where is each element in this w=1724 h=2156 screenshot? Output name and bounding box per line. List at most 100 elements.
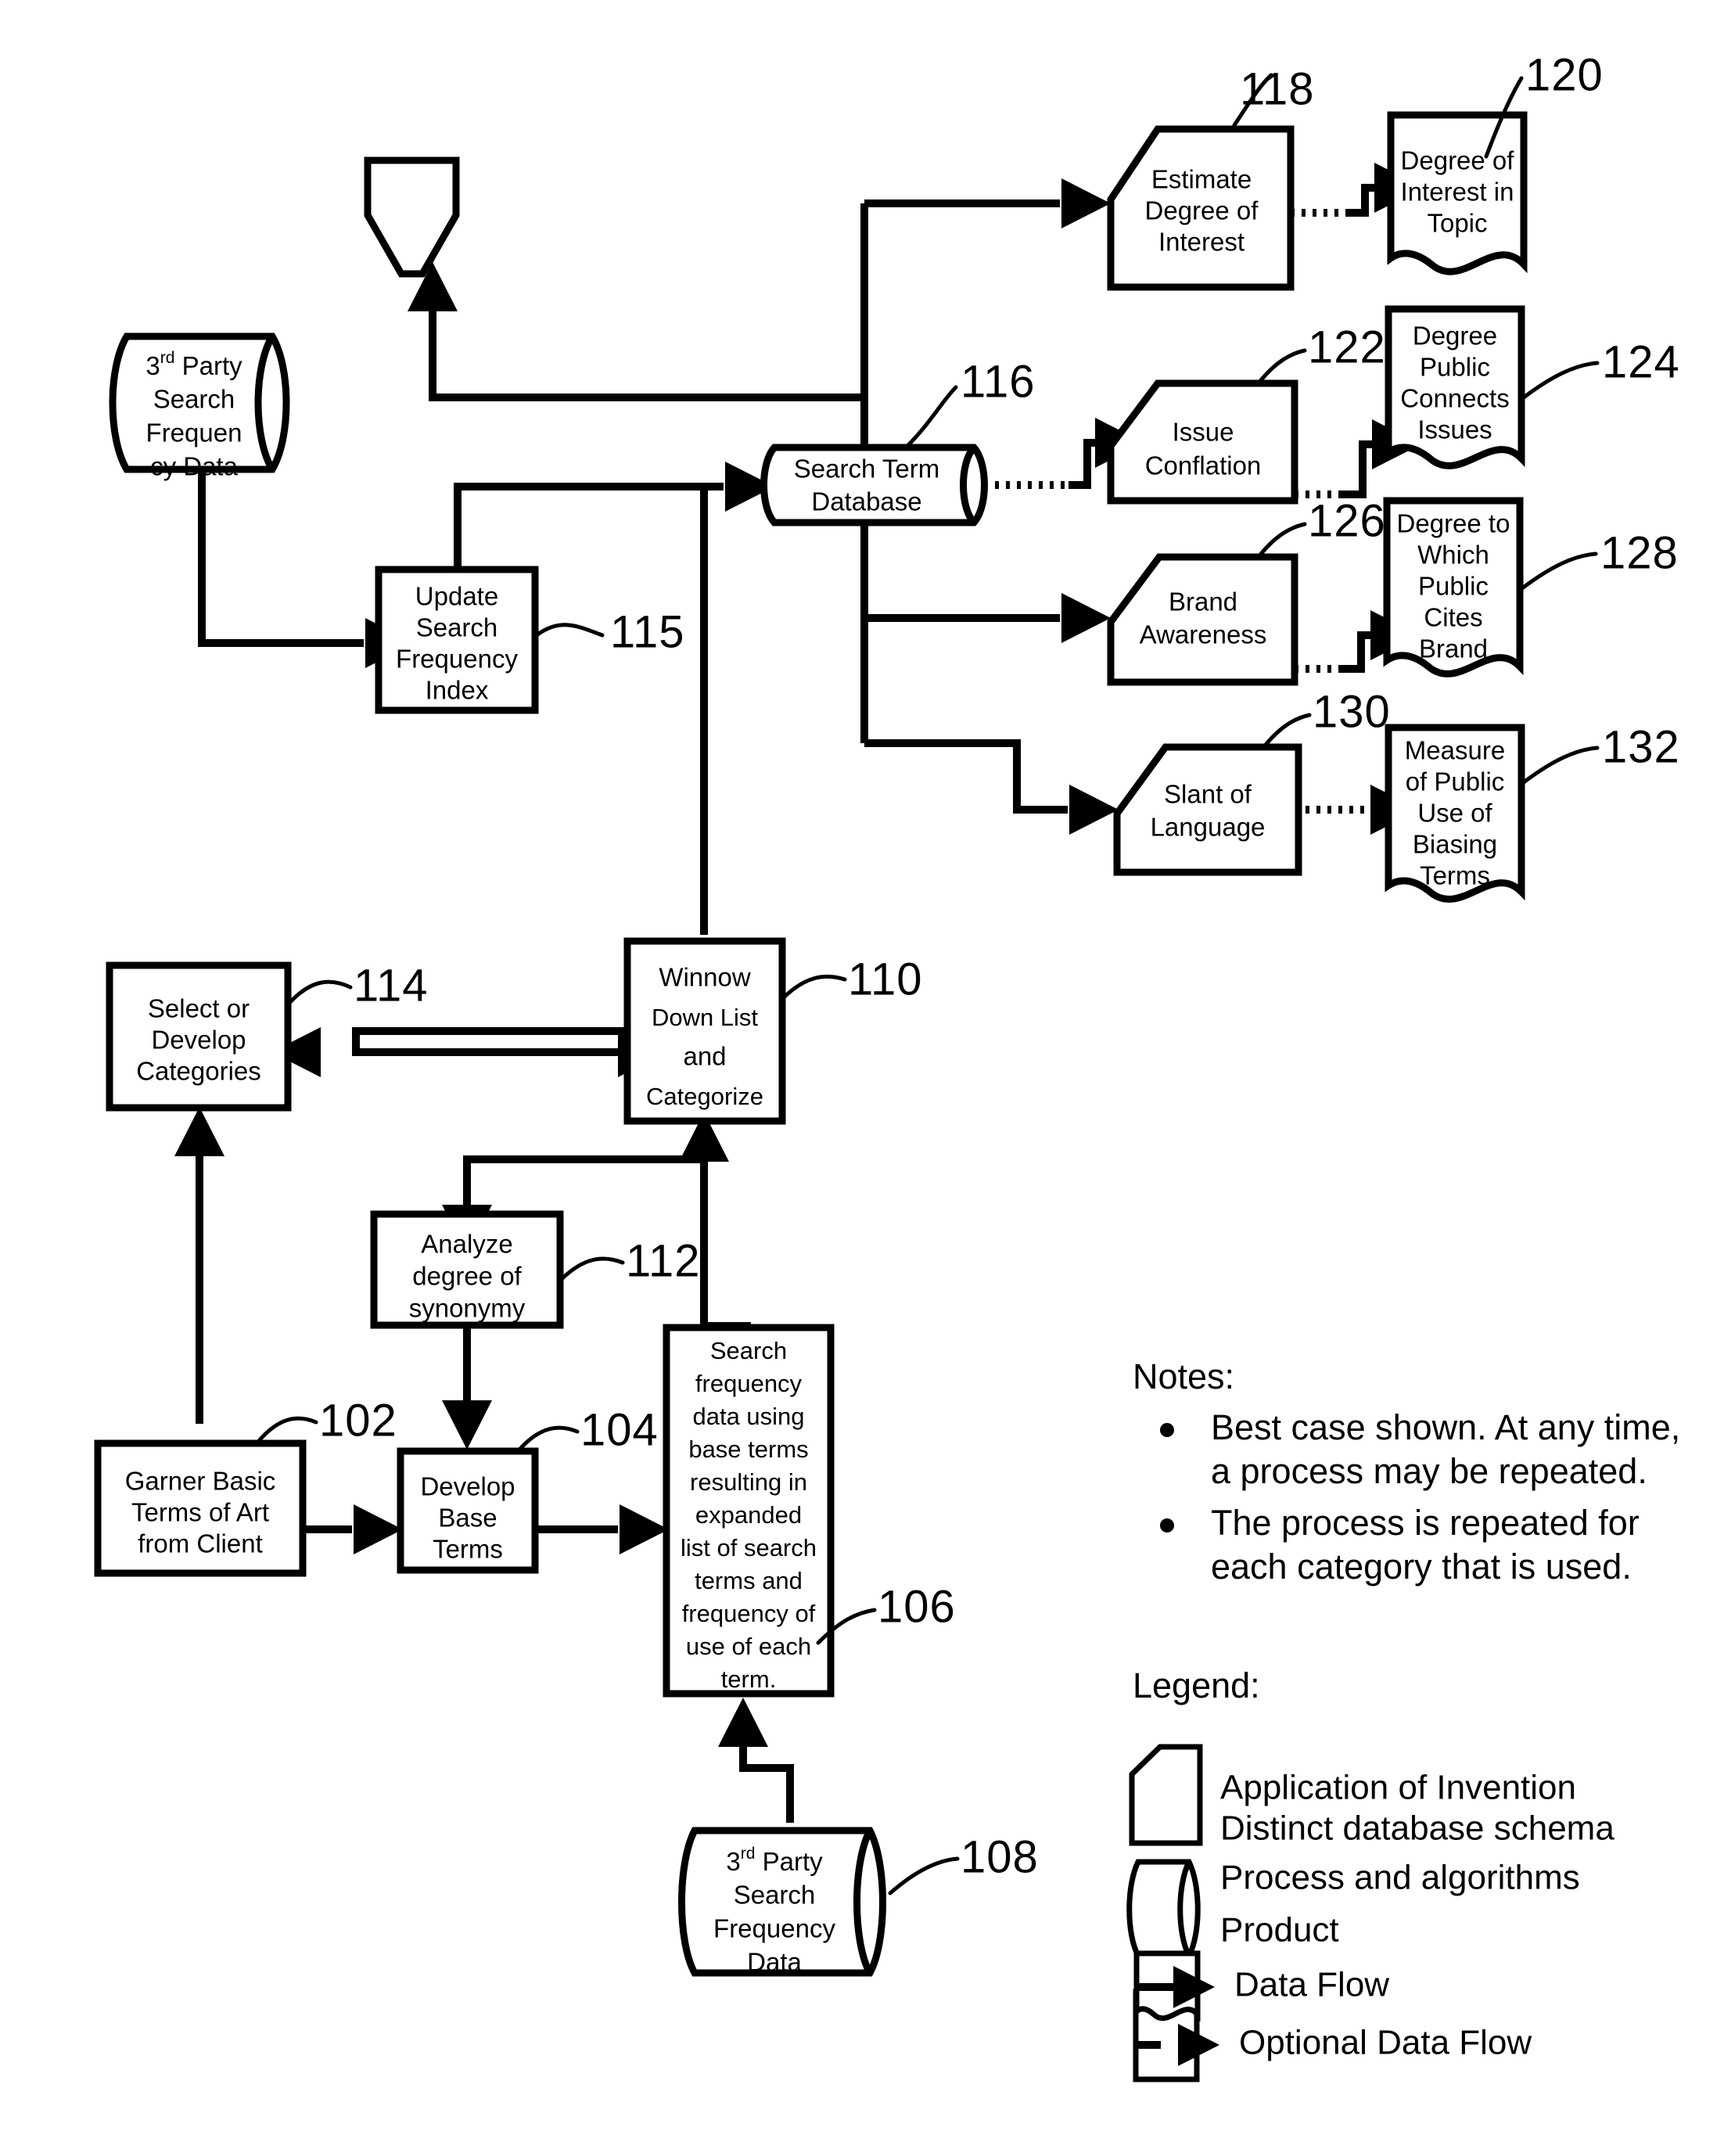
- select-categories-line2: Develop: [151, 1026, 246, 1055]
- notes-item1-line1: Best case shown. At any time,: [1211, 1407, 1680, 1447]
- legend-label-application: Application of Invention: [1220, 1769, 1576, 1807]
- ref-120: 120: [1525, 49, 1604, 100]
- node-measure-public-use-biasing: Measure of Public Use of Biasing Terms 1…: [1385, 721, 1680, 903]
- issue-conflation-line1: Issue: [1173, 418, 1234, 447]
- product128-line5: Brand: [1419, 634, 1488, 663]
- estimate-interest-line1: Estimate: [1151, 165, 1252, 194]
- product124-line3: Connects: [1400, 384, 1509, 413]
- notes-block: Notes: Best case shown. At any time, a p…: [1133, 1356, 1680, 1586]
- node-search-frequency-data: Search frequency data using base terms r…: [663, 1324, 956, 1698]
- searchfreq-line6: expanded: [695, 1501, 802, 1529]
- winnow-line1: Winnow: [659, 963, 751, 992]
- ref-116: 116: [961, 356, 1035, 407]
- arrowhead-select-bottom-in: [174, 1107, 224, 1156]
- product120-line3: Topic: [1427, 209, 1487, 238]
- ref-106: 106: [878, 1581, 956, 1632]
- legend-label-optional-data-flow: Optional Data Flow: [1239, 2024, 1532, 2062]
- ref-115: 115: [610, 606, 684, 657]
- legend-label-data-flow: Data Flow: [1234, 1966, 1389, 2004]
- third-party-top-line4: cy Data: [150, 452, 239, 481]
- ref-126: 126: [1308, 495, 1386, 546]
- analyze-synonymy-line1: Analyze: [421, 1230, 512, 1259]
- figure-canvas: 3rd Party Search Frequen cy Data Update …: [94, 49, 1680, 2082]
- arrowhead-slant-in: [1069, 785, 1119, 835]
- searchfreq-line7: list of search: [681, 1534, 817, 1561]
- node-garner-basic-terms: Garner Basic Terms of Art from Client 10…: [94, 1395, 397, 1577]
- ref-124: 124: [1602, 336, 1680, 387]
- arrowhead-searchfreq-bottom-in: [718, 1698, 768, 1747]
- ref-112: 112: [626, 1235, 700, 1286]
- product132-line5: Terms: [1420, 861, 1490, 890]
- node-degree-public-cites-brand: Degree to Which Public Cites Brand 128: [1383, 497, 1679, 677]
- legend-label-product: Product: [1220, 1911, 1339, 1949]
- develop-line1: Develop: [420, 1472, 515, 1501]
- searchfreq-line10: use of each: [686, 1633, 811, 1660]
- develop-line2: Base: [438, 1504, 497, 1533]
- third-party-bottom-line3: Frequency: [713, 1914, 835, 1943]
- searchfreq-line8: terms and: [695, 1567, 803, 1594]
- searchfreq-line5: resulting in: [690, 1468, 807, 1496]
- arrowhead-searchfreq-in-left: [620, 1504, 669, 1554]
- ref-102: 102: [319, 1395, 397, 1446]
- ref-122: 122: [1308, 322, 1386, 372]
- product128-line4: Cites: [1424, 603, 1482, 632]
- searchfreq-line4: base terms: [688, 1436, 808, 1463]
- garner-line2: Terms of Art: [131, 1498, 269, 1527]
- winnow-line2: Down List: [652, 1004, 758, 1031]
- product120-line1: Degree of: [1401, 146, 1515, 175]
- flow-thirdparty108-to-searchfreq: [739, 1745, 794, 1823]
- ref-118: 118: [1240, 63, 1314, 114]
- analyze-synonymy-line3: synonymy: [409, 1294, 526, 1323]
- node-update-search-frequency-index: Update Search Frequency Index 115: [375, 566, 684, 714]
- flow-trunk-to-slant: [864, 739, 1068, 814]
- third-party-top-line2: Search: [153, 385, 235, 414]
- third-party-top-line3: Frequen: [146, 419, 242, 447]
- brand-awareness-line1: Brand: [1169, 588, 1237, 616]
- update-index-line2: Search: [416, 613, 498, 642]
- node-third-party-data-top: 3rd Party Search Frequen cy Data: [109, 332, 290, 481]
- search-term-db-line1: Search Term: [794, 455, 939, 483]
- slant-language-line1: Slant of: [1164, 780, 1252, 809]
- product132-line4: Biasing: [1413, 830, 1497, 859]
- notes-item1-line2: a process may be repeated.: [1211, 1451, 1647, 1491]
- brand-awareness-line2: Awareness: [1140, 620, 1267, 649]
- update-index-line1: Update: [415, 582, 498, 611]
- notes-item2-line2: each category that is used.: [1211, 1547, 1632, 1586]
- searchfreq-line9: frequency of: [682, 1600, 816, 1627]
- ref-132: 132: [1602, 721, 1680, 772]
- notes-heading: Notes:: [1133, 1356, 1234, 1396]
- node-third-party-data-bottom: 3rd Party Search Frequency Data 108: [678, 1827, 1038, 1977]
- arrowhead-develop-in-left: [354, 1504, 403, 1554]
- searchfreq-line11: term.: [721, 1666, 777, 1693]
- estimate-interest-line2: Degree of: [1145, 196, 1259, 225]
- garner-line1: Garner Basic: [125, 1467, 276, 1496]
- node-search-term-database: Search Term Database 116: [760, 356, 1035, 526]
- searchfreq-line2: frequency: [695, 1370, 803, 1397]
- product124-line1: Degree: [1413, 322, 1497, 350]
- flow-thirdparty-to-update: [198, 469, 364, 647]
- update-index-line3: Frequency: [396, 645, 518, 674]
- node-degree-of-interest-in-topic: Degree of Interest in Topic 120: [1387, 49, 1604, 275]
- legend-label-database: Distinct database schema: [1220, 1809, 1614, 1848]
- node-degree-public-connects-issues: Degree Public Connects Issues 124: [1385, 305, 1680, 469]
- bullet-icon-2: [1160, 1518, 1174, 1533]
- product132-line3: Use of: [1417, 799, 1492, 828]
- product128-line1: Degree to: [1397, 509, 1510, 538]
- issue-conflation-line2: Conflation: [1145, 451, 1262, 480]
- product128-line2: Which: [1417, 541, 1489, 570]
- update-index-line4: Index: [426, 676, 489, 705]
- product132-line1: Measure: [1405, 736, 1505, 765]
- bullet-icon-1: [1160, 1423, 1174, 1437]
- ref-128: 128: [1600, 527, 1679, 578]
- winnow-line3: and: [683, 1042, 726, 1071]
- product120-line2: Interest in: [1401, 178, 1514, 207]
- product132-line2: of Public: [1406, 767, 1505, 796]
- node-winnow-down-list: Winnow Down List and Categorize 110: [623, 937, 921, 1125]
- search-term-db-line2: Database: [811, 487, 921, 516]
- node-analyze-degree-of-synonymy: Analyze degree of synonymy 112: [370, 1210, 700, 1329]
- legend-block: Legend: Application of Invention Distinc…: [1126, 1666, 1614, 2082]
- funnel-shape: [364, 156, 460, 278]
- flow-winnow-to-select-top: [352, 1033, 626, 1056]
- node-brand-awareness: Brand Awareness 126: [1107, 495, 1386, 686]
- flow-branch-to-synonymy: [463, 1155, 704, 1205]
